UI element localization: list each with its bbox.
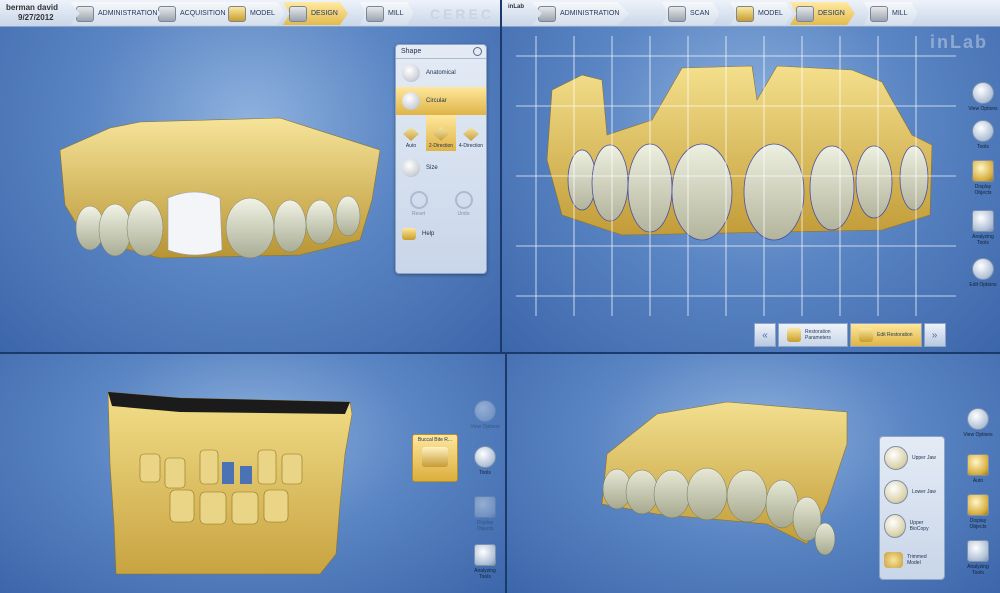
biocopy-panel: Upper Jaw Lower Jaw Upper BioCopy Trimme… <box>879 436 945 580</box>
edit-restoration-step[interactable]: Edit Restoration <box>850 323 922 347</box>
view-options-icon <box>967 408 989 430</box>
double-chevron-left-icon: « <box>762 329 768 341</box>
upper-biocopy-icon <box>884 514 906 538</box>
auto-tool[interactable]: Auto <box>963 454 993 484</box>
display-objects-tool[interactable]: Display Objects <box>470 496 500 532</box>
edit-options-icon <box>972 258 994 280</box>
undo-icon <box>454 191 473 209</box>
direction-options: Auto 2-Direction 4-Direction <box>396 115 486 151</box>
display-objects-icon <box>474 496 496 518</box>
analyzing-tools-icon <box>967 540 989 562</box>
display-objects-tool[interactable]: Display Objects <box>968 160 998 196</box>
restoration-parameters-icon <box>787 328 801 342</box>
upper-jaw-icon <box>884 446 908 470</box>
display-objects-tool[interactable]: Display Objects <box>963 494 993 530</box>
selected-restoration <box>167 191 223 256</box>
restoration-parameters-step[interactable]: Restoration Parameters <box>778 323 848 347</box>
shape-panel-title: Shape <box>396 45 486 59</box>
tools-tool[interactable]: Tools <box>968 120 998 150</box>
step-navigation: « Restoration Parameters Edit Restoratio… <box>754 322 946 348</box>
view-options-icon <box>474 400 496 422</box>
view-options-icon <box>972 82 994 104</box>
anatomical-option[interactable]: Anatomical <box>396 59 486 87</box>
viewport-bottom-left[interactable]: Buccal Bite R... View Options Tools Disp… <box>0 354 505 593</box>
analyzing-tools-tool[interactable]: Analyzing Tools <box>963 540 993 576</box>
undo-button[interactable]: Undo <box>454 191 473 217</box>
display-objects-icon <box>967 494 989 516</box>
trimmed-model-option[interactable]: Trimmed Model <box>880 543 944 577</box>
buccal-bite-icon <box>422 447 448 467</box>
view-options-tool[interactable]: View Options <box>963 408 993 438</box>
lower-jaw-option[interactable]: Lower Jaw <box>880 475 944 509</box>
tools-icon <box>474 446 496 468</box>
shape-panel: Shape Anatomical Circular Auto 2-Directi… <box>395 44 487 274</box>
two-direction-icon <box>433 127 449 141</box>
help-button[interactable]: Help <box>396 223 486 245</box>
circular-icon <box>402 92 420 110</box>
four-direction-icon <box>463 127 479 141</box>
tools-tool[interactable]: Tools <box>470 446 500 476</box>
trimmed-model-icon <box>884 552 904 568</box>
size-icon <box>402 159 420 177</box>
edit-restoration-icon <box>859 328 873 342</box>
reset-icon <box>409 191 428 209</box>
help-icon <box>402 228 416 240</box>
measurement-grid <box>516 36 956 316</box>
viewport-bottom-right[interactable]: Upper Jaw Lower Jaw Upper BioCopy Trimme… <box>507 354 1000 593</box>
analyzing-tools-icon <box>972 210 994 232</box>
next-step-button[interactable]: » <box>923 323 946 347</box>
view-options-tool[interactable]: View Options <box>968 82 998 112</box>
analyzing-tools-tool[interactable]: Analyzing Tools <box>470 544 500 580</box>
viewport-top-right[interactable]: inLab ADMINISTRATION SCAN MODEL DESIGN M… <box>502 0 1000 352</box>
upper-jaw-option[interactable]: Upper Jaw <box>880 441 944 475</box>
size-option[interactable]: Size <box>396 151 486 185</box>
previous-step-button[interactable]: « <box>754 323 776 347</box>
lower-jaw-icon <box>884 480 908 504</box>
power-icon[interactable] <box>473 47 482 56</box>
viewport-top-left[interactable]: berman david 9/27/2012 ADMINISTRATION AC… <box>0 0 500 352</box>
two-direction-button[interactable]: 2-Direction <box>426 115 456 151</box>
anatomical-icon <box>402 64 420 82</box>
double-chevron-right-icon: » <box>931 329 938 341</box>
circular-option[interactable]: Circular <box>396 87 486 115</box>
four-direction-button[interactable]: 4-Direction <box>456 115 486 151</box>
tools-icon <box>972 120 994 142</box>
auto-icon <box>967 454 989 476</box>
upper-biocopy-option[interactable]: Upper BioCopy <box>880 509 944 543</box>
view-options-tool[interactable]: View Options <box>470 400 500 430</box>
analyzing-tools-tool[interactable]: Analyzing Tools <box>968 210 998 246</box>
edit-options-tool[interactable]: Edit Options <box>968 258 998 288</box>
auto-direction-icon <box>403 127 419 141</box>
buccal-bite-card[interactable]: Buccal Bite R... <box>412 434 458 482</box>
display-objects-icon <box>972 160 994 182</box>
reset-button[interactable]: Reset <box>409 191 428 217</box>
auto-direction-button[interactable]: Auto <box>396 115 426 151</box>
analyzing-tools-icon <box>474 544 496 566</box>
